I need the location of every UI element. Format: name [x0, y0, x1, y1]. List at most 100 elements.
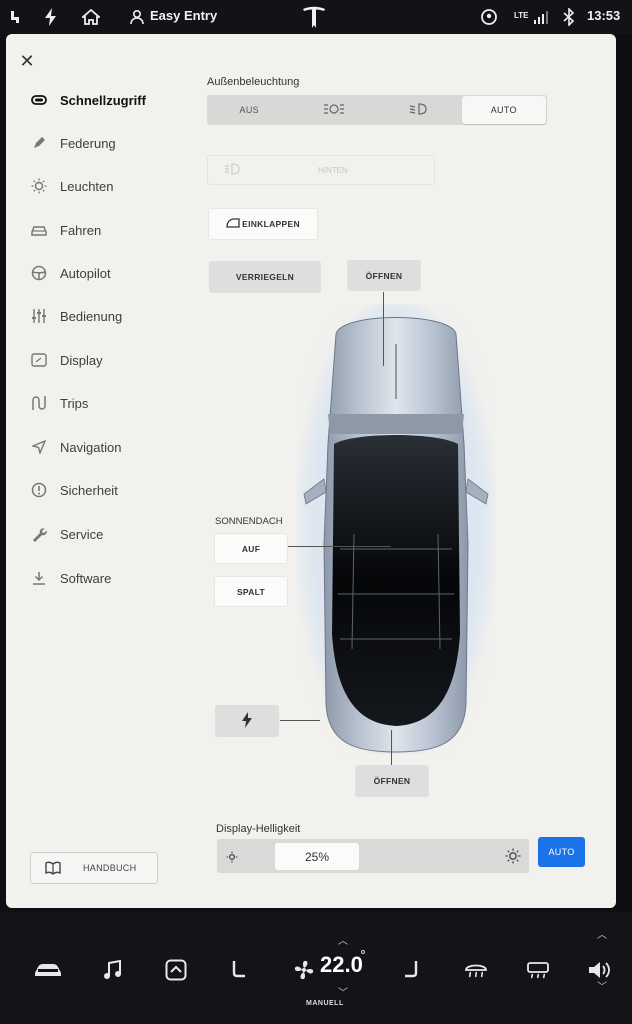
cabin-temperature: 22.0 [320, 952, 363, 977]
alert-circle-icon [26, 481, 52, 499]
pen-icon [26, 134, 52, 152]
bluetooth-icon[interactable] [558, 6, 580, 28]
sidebar-item-label: Fahren [60, 222, 102, 238]
seat-icon[interactable] [4, 6, 26, 28]
passenger-seat-heater-icon[interactable] [398, 957, 426, 983]
mirror-icon [226, 218, 240, 230]
sidebar-item-autopilot[interactable]: Autopilot [20, 255, 194, 291]
sidebar-item-label: Autopilot [60, 265, 111, 281]
sidebar-item-trips[interactable]: Trips [20, 385, 194, 421]
tesla-logo-icon[interactable] [300, 6, 328, 28]
clock: 13:53 [587, 8, 621, 23]
home-icon[interactable] [80, 6, 102, 28]
sunroof-title: SONNENDACH [215, 516, 283, 527]
sidebar-item-label: Leuchten [60, 178, 114, 194]
low-beam-icon [409, 103, 427, 117]
brightness-title: Display-Helligkeit [216, 823, 301, 835]
sidebar-item-software[interactable]: Software [20, 560, 194, 596]
lighting-option-off[interactable]: AUS [207, 95, 292, 125]
sunroof-leader-line [288, 546, 391, 547]
driver-profile-label[interactable]: Easy Entry [150, 8, 217, 23]
music-icon[interactable] [98, 957, 126, 983]
steering-wheel-icon [26, 264, 52, 282]
sidebar-item-label: Trips [60, 395, 89, 411]
volume-up-icon[interactable]: ︿ [597, 926, 607, 941]
sidebar-item-federung[interactable]: Federung [20, 125, 194, 161]
sidebar-item-label: Navigation [60, 439, 122, 455]
lock-button[interactable]: VERRIEGELN [209, 261, 321, 293]
brightness-high-icon [505, 848, 521, 869]
sidebar-item-label: Display [60, 352, 103, 368]
rear-fog-label: HINTEN [318, 165, 348, 175]
driver-seat-heater-icon[interactable] [224, 957, 252, 983]
sunroof-open-button[interactable]: AUF [214, 533, 288, 564]
sidebar-item-navigation[interactable]: Navigation [20, 429, 194, 465]
sidebar-item-display[interactable]: Display [20, 342, 194, 378]
car-icon[interactable] [32, 957, 64, 983]
front-defrost-icon[interactable] [462, 957, 490, 983]
trips-icon [26, 394, 52, 412]
parking-lights-icon [323, 103, 345, 117]
charge-port-button[interactable] [215, 705, 279, 737]
lightning-icon [242, 712, 252, 730]
controls-launcher-icon[interactable] [162, 957, 190, 983]
sliders-icon [26, 307, 52, 325]
driver-profile-icon[interactable] [126, 6, 148, 28]
fan-icon[interactable] [290, 957, 318, 983]
sidebar-item-leuchten[interactable]: Leuchten [20, 168, 194, 204]
trunk-open-button[interactable]: ÖFFNEN [355, 765, 429, 797]
sidebar-item-service[interactable]: Service [20, 516, 194, 552]
car-front-icon [26, 91, 52, 109]
fog-lights-row: HINTEN [207, 155, 435, 185]
sidebar-item-label: Bedienung [60, 308, 123, 324]
trunk-leader-line [391, 730, 392, 766]
book-icon [45, 861, 61, 875]
fog-light-icon [224, 163, 240, 177]
sidebar-item-schnellzugriff[interactable]: Schnellzugriff [20, 82, 194, 118]
car-icon [26, 221, 52, 239]
rear-defrost-icon[interactable] [524, 957, 552, 983]
volume-down-icon[interactable]: ﹀ [597, 978, 607, 993]
charge-port-leader-line [280, 720, 320, 721]
manual-label: HANDBUCH [83, 863, 137, 873]
sentry-icon[interactable] [478, 6, 500, 28]
fold-mirrors-label: EINKLAPPEN [242, 219, 300, 229]
car-top-view [301, 304, 491, 754]
signal-strength-icon [530, 6, 552, 28]
download-icon [26, 569, 52, 587]
temp-down-icon[interactable]: ﹀ [338, 984, 348, 999]
brightness-auto-button[interactable]: AUTO [538, 837, 585, 867]
wrench-icon [26, 525, 52, 543]
bottom-dock: ︿ 22.0 ﹀ MANUELL ︿ ﹀ [0, 912, 632, 1024]
brightness-thumb[interactable]: 25% [275, 843, 359, 870]
frunk-leader-line [383, 292, 384, 366]
manual-button[interactable]: HANDBUCH [30, 852, 158, 884]
lighting-title: Außenbeleuchtung [207, 76, 300, 88]
fan-mode-label: MANUELL [306, 1000, 344, 1007]
sidebar-item-bedienung[interactable]: Bedienung [20, 298, 194, 334]
lighting-option-parking[interactable] [292, 95, 377, 125]
sidebar-item-fahren[interactable]: Fahren [20, 212, 194, 248]
lightning-icon[interactable] [40, 6, 62, 28]
sunroof-vent-button[interactable]: SPALT [214, 576, 288, 607]
sidebar-item-label: Schnellzugriff [60, 92, 146, 108]
lighting-selector: AUS AUTO [207, 95, 547, 125]
display-icon [26, 351, 52, 369]
frunk-open-button[interactable]: ÖFFNEN [347, 260, 421, 291]
lighting-option-low-beam[interactable] [376, 95, 461, 125]
navigation-arrow-icon [26, 438, 52, 456]
close-icon[interactable]: ✕ [18, 52, 36, 70]
fold-mirrors-button[interactable]: EINKLAPPEN [208, 208, 318, 240]
sidebar-item-sicherheit[interactable]: Sicherheit [20, 472, 194, 508]
degree-icon [361, 950, 365, 954]
status-bar: Easy Entry LTE 13:53 [0, 0, 632, 34]
sidebar-item-label: Software [60, 570, 112, 586]
brightness-slider[interactable]: 25% [217, 839, 529, 873]
sidebar-item-label: Federung [60, 135, 116, 151]
temp-up-icon[interactable]: ︿ [338, 932, 348, 947]
lighting-option-auto[interactable]: AUTO [461, 96, 546, 124]
sidebar-item-label: Sicherheit [60, 482, 118, 498]
sun-icon [26, 177, 52, 195]
network-label: LTE [514, 11, 529, 20]
brightness-low-icon [226, 850, 238, 868]
